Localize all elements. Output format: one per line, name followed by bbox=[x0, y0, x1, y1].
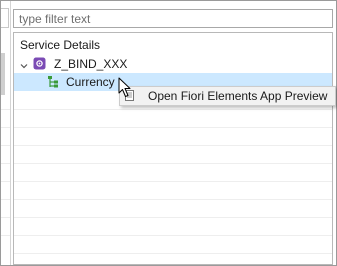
service-label: Z_BIND_XXX bbox=[54, 57, 128, 71]
menu-item-label: Open Fiori Elements App Preview bbox=[148, 89, 328, 103]
window-frame: Service Details Z_BIND_XXX bbox=[0, 0, 337, 266]
tree-row-line bbox=[14, 127, 332, 128]
left-side-pane bbox=[1, 1, 11, 265]
chevron-down-icon[interactable] bbox=[20, 59, 28, 69]
left-pane-row-line bbox=[1, 163, 10, 164]
left-pane-row-line bbox=[1, 127, 10, 128]
tree-row-line bbox=[14, 145, 332, 146]
tree-row-line bbox=[14, 181, 332, 182]
left-pane-row-line bbox=[1, 217, 10, 218]
service-node[interactable]: Z_BIND_XXX bbox=[14, 55, 332, 73]
tree-row-line bbox=[14, 109, 332, 110]
left-pane-row-line bbox=[1, 109, 10, 110]
entity-set-icon bbox=[47, 75, 59, 89]
left-pane-row-line bbox=[1, 235, 10, 236]
filter-input[interactable] bbox=[13, 9, 333, 28]
tree-header: Service Details bbox=[20, 38, 101, 52]
left-pane-row-line bbox=[1, 199, 10, 200]
tree-row-line bbox=[14, 163, 332, 164]
left-pane-input-edge bbox=[1, 8, 9, 28]
tree-row-line bbox=[14, 217, 332, 218]
tree-row-line bbox=[14, 199, 332, 200]
service-icon bbox=[33, 57, 46, 70]
context-menu: Open Fiori Elements App Preview bbox=[119, 86, 336, 106]
service-tree: Service Details Z_BIND_XXX Currency bbox=[13, 32, 333, 265]
preview-icon bbox=[125, 90, 135, 102]
menu-item-open-fiori-preview[interactable]: Open Fiori Elements App Preview bbox=[120, 87, 335, 105]
left-pane-row-line bbox=[1, 145, 10, 146]
entity-label: Currency bbox=[66, 75, 115, 89]
left-pane-row-line bbox=[1, 181, 10, 182]
tree-row-line bbox=[14, 235, 332, 236]
left-pane-selection-edge bbox=[1, 53, 5, 95]
tree-row-line bbox=[14, 253, 332, 254]
